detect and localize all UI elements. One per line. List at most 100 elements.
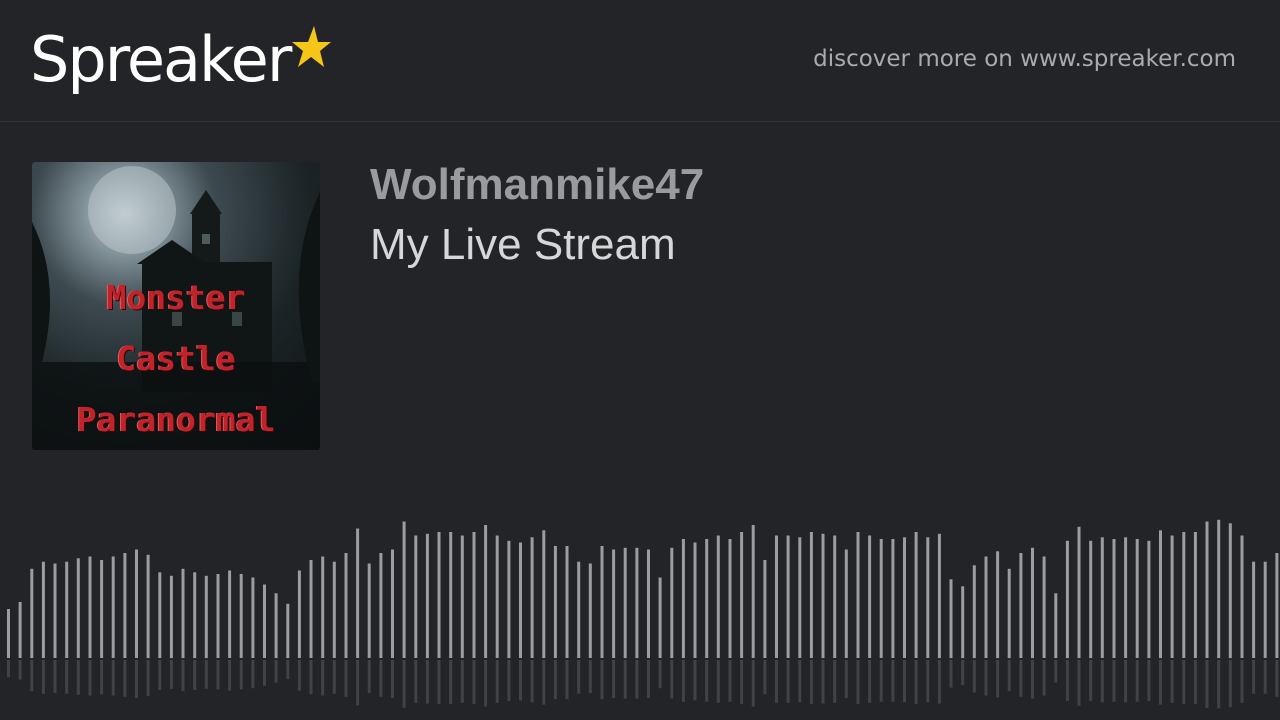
discover-more-link[interactable]: discover more on www.spreaker.com xyxy=(813,46,1236,72)
waveform-bar-reflection xyxy=(123,660,127,697)
waveform-bar xyxy=(658,577,662,658)
waveform-bar-reflection xyxy=(681,660,685,702)
waveform-bar xyxy=(111,556,115,658)
waveform-bar-reflection xyxy=(1112,660,1116,702)
waveform-bar xyxy=(670,547,674,659)
waveform-bar-reflection xyxy=(926,660,930,703)
waveform-bar-reflection xyxy=(996,660,1000,698)
waveform-bar-reflection xyxy=(495,660,499,703)
waveform-bar xyxy=(1182,532,1186,658)
waveform-bar-reflection xyxy=(705,660,709,702)
waveform-bar xyxy=(449,532,453,658)
waveform-bar xyxy=(1193,532,1197,658)
waveform-bar-reflection xyxy=(1019,660,1023,697)
waveform-bar-reflection xyxy=(588,660,592,694)
waveform-bar-reflection xyxy=(658,660,662,689)
waveform-bar-reflection xyxy=(204,660,208,689)
waveform-bar xyxy=(53,563,57,658)
waveform-bar-reflection xyxy=(41,660,45,694)
waveform-bar-reflection xyxy=(751,660,755,707)
waveform-bar xyxy=(1089,540,1093,659)
waveform-bar-reflection xyxy=(460,660,464,703)
waveform-bar xyxy=(228,570,232,658)
waveform-bar-reflection xyxy=(181,660,185,692)
waveform-bar xyxy=(519,542,522,658)
waveform-bar xyxy=(751,525,755,658)
waveform-bar-reflection xyxy=(216,660,220,690)
waveform-bar xyxy=(879,539,883,658)
waveform-bar xyxy=(460,535,464,658)
waveform-bar xyxy=(984,556,988,658)
waveform-bar xyxy=(530,537,534,658)
waveform-bar xyxy=(123,553,127,658)
waveform-bar-reflection xyxy=(693,660,697,701)
waveform-bar xyxy=(914,532,918,658)
waveform-bar-reflection xyxy=(228,660,232,691)
waveform-bar xyxy=(321,556,325,658)
waveform-bar xyxy=(41,561,45,658)
waveform-bar xyxy=(391,549,394,658)
waveform-bar xyxy=(926,537,930,658)
waveform-bar xyxy=(1159,530,1162,659)
waveform-bar xyxy=(30,568,34,659)
waveform-bar xyxy=(7,609,10,658)
waveform-bar xyxy=(565,546,569,658)
waveform-bar-reflection xyxy=(821,660,825,704)
waveform-bar-reflection xyxy=(972,660,976,693)
waveform-bar xyxy=(1042,556,1046,658)
waveform-bar-reflection xyxy=(484,660,488,707)
waveform-bar xyxy=(1217,519,1221,659)
waveform-bar-reflection xyxy=(309,660,313,695)
waveform-bar xyxy=(1065,540,1069,659)
waveform-bar-reflection xyxy=(263,660,266,686)
waveform-bar-reflection xyxy=(30,660,34,692)
waveform-bar xyxy=(972,565,976,659)
waveform-bar xyxy=(716,535,720,658)
waveform-bar-reflection xyxy=(414,660,418,703)
waveform-bar xyxy=(425,533,429,659)
waveform-bar xyxy=(414,535,418,658)
waveform-bar xyxy=(1263,561,1267,658)
waveform-bar xyxy=(437,532,441,658)
waveform-bar xyxy=(1124,537,1128,658)
waveform-bar xyxy=(1007,568,1011,659)
audio-waveform[interactable] xyxy=(0,500,1280,720)
waveform-bar-reflection xyxy=(53,660,57,694)
waveform-bar xyxy=(507,540,511,659)
waveform-bar xyxy=(100,560,104,658)
waveform-bar-reflection xyxy=(274,660,278,683)
waveform-bar-reflection xyxy=(775,660,778,703)
waveform-bar-reflection xyxy=(635,660,639,699)
waveform-bar xyxy=(868,535,872,658)
waveform-bar-reflection xyxy=(297,660,301,691)
waveform-bar-reflection xyxy=(321,660,325,696)
waveform-bar-reflection xyxy=(472,660,476,705)
waveform-bar xyxy=(18,602,22,658)
waveform-bar-reflection xyxy=(577,660,581,694)
waveform-bar-reflection xyxy=(1228,660,1232,708)
waveform-bar xyxy=(274,593,278,659)
waveform-bar xyxy=(286,603,290,659)
waveform-bar xyxy=(635,547,639,659)
waveform-bar xyxy=(239,574,243,658)
spreaker-logo[interactable]: Spreaker xyxy=(30,22,332,102)
waveform-bar xyxy=(798,537,802,658)
waveform-bar-reflection xyxy=(1124,660,1128,703)
waveform-bar xyxy=(1077,526,1081,659)
waveform-bar xyxy=(88,556,92,658)
waveform-bar-reflection xyxy=(391,660,394,698)
waveform-bar-reflection xyxy=(786,660,790,703)
waveform-bar xyxy=(612,549,616,658)
waveform-bar-reflection xyxy=(519,660,522,701)
episode-author[interactable]: Wolfmanmike47 xyxy=(370,160,704,210)
waveform-bar-reflection xyxy=(1077,660,1081,706)
waveform-bar xyxy=(367,563,371,658)
waveform-bar-reflection xyxy=(193,660,197,690)
waveform-bar xyxy=(402,521,406,658)
waveform-bar xyxy=(786,535,790,658)
waveform-bar xyxy=(1240,535,1244,658)
waveform-bar xyxy=(856,532,860,658)
logo-text: Spreaker xyxy=(30,23,292,96)
waveform-bar xyxy=(356,528,360,658)
waveform-bar-reflection xyxy=(1182,660,1186,705)
